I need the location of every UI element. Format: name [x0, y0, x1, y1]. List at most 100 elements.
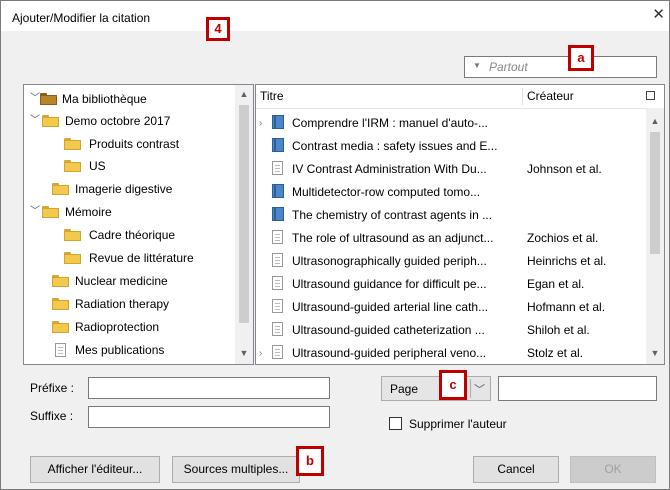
item-title: Ultrasonographically guided periph...	[292, 254, 487, 268]
column-header-creator[interactable]: Créateur	[527, 85, 574, 107]
item-row[interactable]: Ultrasound guidance for difficult pe... …	[256, 273, 648, 296]
show-editor-button[interactable]: Afficher l'éditeur...	[30, 456, 160, 483]
annotation-badge-a: a	[568, 45, 594, 71]
ok-button[interactable]: OK	[570, 456, 656, 483]
annotation-badge-4: 4	[206, 17, 230, 41]
item-row[interactable]: Ultrasound-guided arterial line cath... …	[256, 296, 648, 319]
item-creator: Stolz et al.	[527, 346, 584, 360]
item-row[interactable]: Ultrasonographically guided periph... He…	[256, 250, 648, 273]
locator-input[interactable]	[498, 376, 657, 401]
dropdown-triangle-icon[interactable]: ▼	[473, 61, 481, 70]
column-divider	[522, 88, 523, 105]
citation-dialog: Ajouter/Modifier la citation ✕ 4 ▼ Parto…	[0, 0, 670, 490]
tree-scrollbar[interactable]: ▲ ▼	[235, 85, 253, 364]
tree-item-label: US	[89, 159, 106, 173]
items-scrollbar[interactable]: ▲ ▼	[646, 108, 664, 364]
item-creator: Heinrichs et al.	[527, 254, 607, 268]
scroll-down-icon[interactable]: ▼	[236, 348, 252, 358]
folder-icon	[52, 183, 69, 195]
folder-icon	[52, 275, 69, 287]
title-bar: Ajouter/Modifier la citation ✕	[1, 1, 669, 31]
folder-icon	[52, 298, 69, 310]
tree-item-label: Radioprotection	[75, 320, 160, 334]
cancel-button[interactable]: Cancel	[473, 456, 559, 483]
select-divider	[470, 379, 471, 398]
suffix-input[interactable]	[88, 406, 330, 428]
prefix-label: Préfixe :	[30, 381, 75, 395]
scroll-up-icon[interactable]: ▲	[647, 116, 663, 126]
multiple-sources-button[interactable]: Sources multiples...	[172, 456, 300, 483]
document-icon	[272, 322, 283, 336]
items-list[interactable]: Titre Créateur › Comprendre l'IRM : manu…	[255, 84, 665, 365]
item-row[interactable]: Multidetector-row computed tomo...	[256, 181, 648, 204]
chevron-right-icon[interactable]: ›	[259, 342, 262, 364]
item-row[interactable]: The role of ultrasound as an adjunct... …	[256, 227, 648, 250]
book-icon	[272, 184, 284, 198]
item-title: The chemistry of contrast agents in ...	[292, 208, 493, 222]
locator-select[interactable]: Page ﹀	[381, 376, 491, 401]
close-icon[interactable]: ✕	[652, 7, 665, 22]
item-title: Ultrasound guidance for difficult pe...	[292, 277, 487, 291]
tree-item-label: Demo octobre 2017	[65, 114, 171, 128]
item-title: The role of ultrasound as an adjunct...	[292, 231, 494, 245]
prefix-input[interactable]	[88, 377, 330, 399]
folder-icon	[64, 229, 81, 241]
item-row[interactable]: Contrast media : safety issues and E...	[256, 135, 648, 158]
book-icon	[272, 138, 284, 152]
tree-item-label: Produits contrast	[89, 137, 180, 151]
scroll-down-icon[interactable]: ▼	[647, 348, 663, 358]
item-row[interactable]: IV Contrast Administration With Du... Jo…	[256, 158, 648, 181]
suffix-label: Suffixe :	[30, 409, 74, 423]
chevron-down-icon[interactable]: ﹀	[30, 202, 40, 222]
chevron-right-icon[interactable]: ›	[259, 112, 262, 135]
item-row[interactable]: The chemistry of contrast agents in ...	[256, 204, 648, 227]
item-title: Ultrasound-guided peripheral veno...	[292, 346, 487, 360]
tree-item-label: Revue de littérature	[89, 251, 194, 265]
book-icon	[272, 115, 284, 129]
column-header-title[interactable]: Titre	[260, 85, 284, 107]
tree-item-label: Mes publications	[75, 343, 165, 357]
tree-item-label: Mémoire	[65, 205, 112, 219]
item-creator: Egan et al.	[527, 277, 585, 291]
tree-item-label: Imagerie digestive	[75, 182, 173, 196]
document-icon	[272, 230, 283, 244]
item-title: IV Contrast Administration With Du...	[292, 162, 487, 176]
tree-item-label: Radiation therapy	[75, 297, 170, 311]
scroll-up-icon[interactable]: ▲	[236, 89, 252, 99]
folder-icon	[64, 160, 81, 172]
folder-icon	[64, 252, 81, 264]
item-creator: Hofmann et al.	[527, 300, 606, 314]
column-picker-icon[interactable]	[646, 91, 655, 100]
item-row[interactable]: › Ultrasound-guided peripheral veno... S…	[256, 342, 648, 364]
item-row[interactable]: › Comprendre l'IRM : manuel d'auto-...	[256, 112, 648, 135]
library-tree[interactable]: ﹀ Ma bibliothèque ﹀ Demo octobre 2017 Pr…	[23, 84, 254, 365]
item-title: Ultrasound-guided arterial line cath...	[292, 300, 489, 314]
suppress-author-checkbox[interactable]	[389, 417, 402, 430]
item-title: Multidetector-row computed tomo...	[292, 185, 481, 199]
document-icon	[272, 299, 283, 313]
document-icon	[272, 276, 283, 290]
chevron-down-icon[interactable]: ﹀	[30, 89, 40, 109]
item-title: Ultrasound-guided catheterization ...	[292, 323, 485, 337]
locator-value: Page	[390, 382, 419, 396]
search-field[interactable]: ▼ Partout	[464, 56, 657, 78]
item-creator: Shiloh et al.	[527, 323, 590, 337]
suppress-author-label[interactable]: Supprimer l'auteur	[409, 417, 507, 431]
folder-icon	[42, 206, 59, 218]
scroll-thumb[interactable]	[650, 132, 660, 254]
scroll-thumb[interactable]	[239, 105, 249, 323]
search-placeholder: Partout	[489, 60, 528, 74]
annotation-badge-b: b	[296, 446, 324, 476]
chevron-down-icon[interactable]: ﹀	[30, 111, 40, 131]
chevron-down-icon[interactable]: ﹀	[474, 381, 485, 397]
item-creator: Johnson et al.	[527, 162, 602, 176]
item-title: Contrast media : safety issues and E...	[292, 139, 498, 153]
tree-item-label: Nuclear medicine	[75, 274, 168, 288]
library-icon	[40, 93, 57, 105]
tree-item-label: Cadre théorique	[89, 228, 176, 242]
window-title: Ajouter/Modifier la citation	[12, 11, 151, 25]
items-header: Titre Créateur	[256, 85, 664, 109]
book-icon	[272, 207, 284, 221]
item-row[interactable]: Ultrasound-guided catheterization ... Sh…	[256, 319, 648, 342]
item-creator: Zochios et al.	[527, 231, 599, 245]
